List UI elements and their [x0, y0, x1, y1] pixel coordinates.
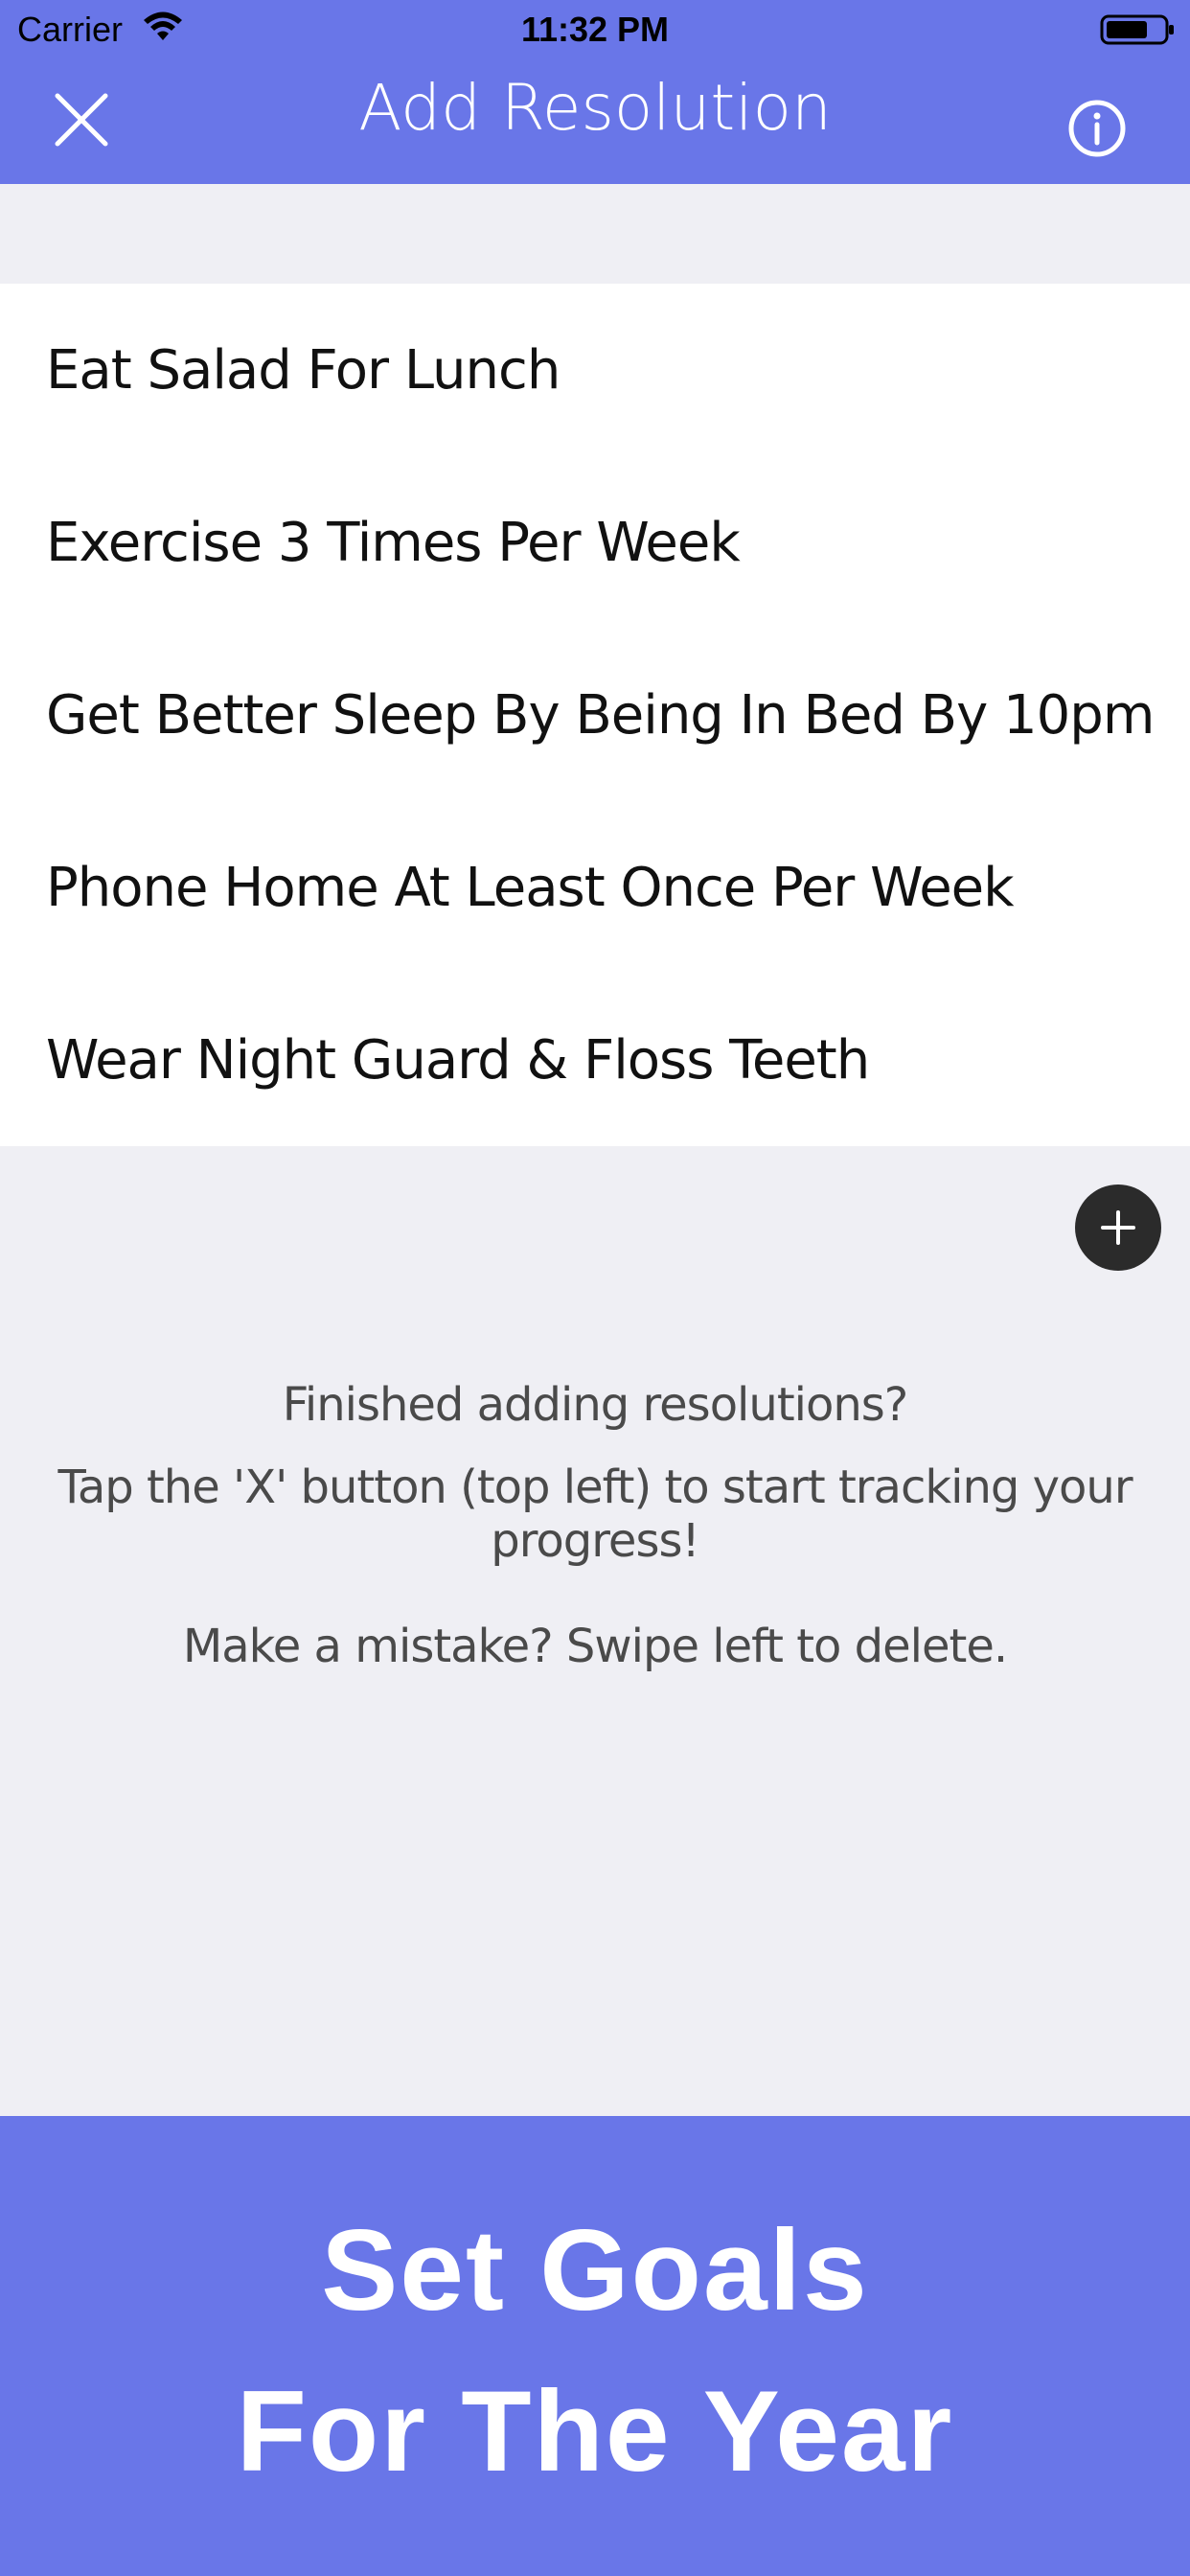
- banner-line-1: Set Goals: [321, 2206, 869, 2334]
- resolution-label: Exercise 3 Times Per Week: [46, 511, 741, 574]
- resolution-list: Eat Salad For Lunch Exercise 3 Times Per…: [0, 284, 1190, 1146]
- status-time: 11:32 PM: [520, 10, 670, 49]
- page-title: Add Resolution: [358, 71, 832, 145]
- list-item[interactable]: Wear Night Guard & Floss Teeth: [0, 974, 1190, 1146]
- battery-icon: [1100, 14, 1174, 45]
- list-item[interactable]: Phone Home At Least Once Per Week: [0, 801, 1190, 974]
- list-item[interactable]: Get Better Sleep By Being In Bed By 10pm: [0, 629, 1190, 801]
- list-item[interactable]: Exercise 3 Times Per Week: [0, 456, 1190, 629]
- help-text-swipe: Make a mistake? Swipe left to delete.: [182, 1620, 1008, 1673]
- status-bar: Carrier 11:32 PM: [0, 0, 1190, 58]
- help-text-finished: Finished adding resolutions?: [282, 1378, 909, 1432]
- nav-bar: Add Resolution: [0, 58, 1190, 184]
- resolution-label: Phone Home At Least Once Per Week: [46, 856, 1015, 919]
- resolution-label: Get Better Sleep By Being In Bed By 10pm: [46, 683, 1155, 747]
- promo-banner: Set Goals For The Year: [0, 2116, 1190, 2576]
- help-text-tap-x: Tap the 'X' button (top left) to start t…: [57, 1460, 1133, 1568]
- add-resolution-button[interactable]: [1075, 1184, 1161, 1271]
- list-item[interactable]: Eat Salad For Lunch: [0, 284, 1190, 456]
- info-icon: [1068, 100, 1126, 157]
- banner-line-2: For The Year: [236, 2367, 954, 2496]
- resolution-label: Eat Salad For Lunch: [46, 338, 561, 402]
- plus-icon: [1101, 1210, 1135, 1245]
- info-button[interactable]: [1059, 90, 1135, 167]
- resolution-label: Wear Night Guard & Floss Teeth: [46, 1028, 870, 1092]
